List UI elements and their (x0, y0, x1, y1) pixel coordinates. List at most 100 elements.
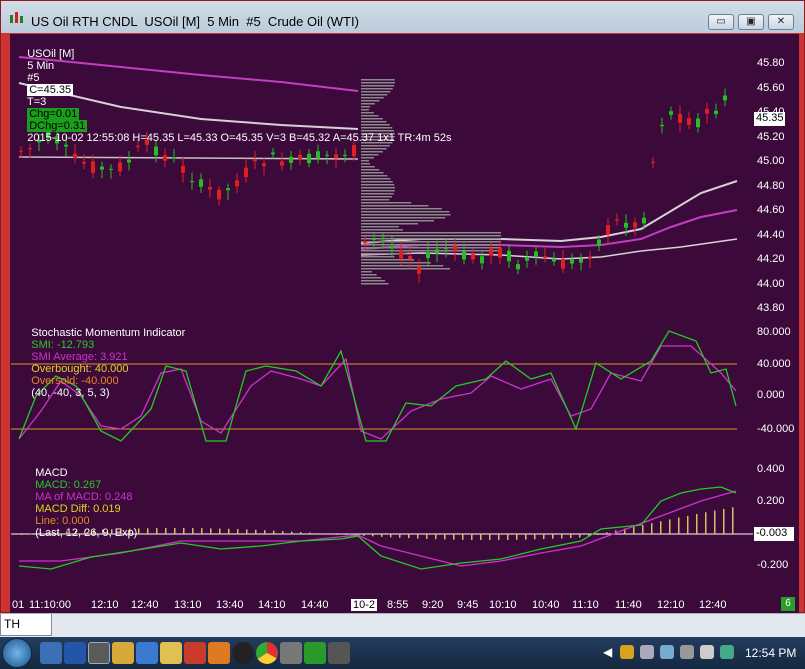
macd-histogram-bar (156, 528, 158, 534)
tab-strip: TH CNDL (0, 613, 805, 651)
candle-body (516, 264, 520, 270)
header-symbol[interactable]: USOil [M] (27, 48, 74, 60)
macd-histogram-bar (291, 531, 293, 534)
candle-body (100, 166, 104, 170)
macd-histogram-bar (579, 534, 581, 538)
volume-profile-bar (361, 265, 444, 267)
chart-header: USOil [M] 5 Min #5 C=45.35 T=3 Chg=0.01 … (15, 36, 451, 144)
volume-profile-bar (361, 88, 393, 90)
macd-tick-label: 0.200 (757, 495, 785, 507)
candle-body (217, 189, 221, 200)
close-value: C=45.35 (27, 84, 74, 96)
chart-tab[interactable]: TH CNDL (0, 614, 52, 651)
candle-body (669, 111, 673, 115)
macd-histogram-bar (642, 524, 644, 534)
candle-body (316, 151, 320, 159)
chart-app-icon[interactable] (88, 642, 110, 664)
candle-body (561, 259, 565, 269)
tray-icon-1[interactable] (620, 645, 634, 659)
candle-body (723, 95, 727, 101)
time-tick-label: 8:55 (387, 599, 409, 611)
candle-body (154, 146, 158, 156)
macd-diff-value: MACD Diff: 0.019 (35, 503, 121, 515)
candle-body (678, 114, 682, 123)
macd-value: MACD: 0.267 (35, 479, 102, 491)
volume-profile-bar (361, 274, 377, 276)
macd-histogram-bar (678, 517, 680, 534)
quote-stats: 2015-10-02 12:55:08 H=45.35 L=45.33 O=45… (27, 132, 452, 144)
start-orb-icon[interactable] (2, 638, 32, 668)
volume-profile-bar (361, 193, 394, 195)
volume-profile-bar (361, 241, 501, 243)
price-tick-label: 45.00 (757, 155, 785, 167)
chrome-icon[interactable] (256, 642, 278, 664)
candle-body (64, 144, 68, 147)
macd-ma-value: MA of MACD: 0.248 (35, 491, 133, 503)
macd-histogram-bar (633, 526, 635, 534)
stochastic-name: Stochastic Momentum Indicator (31, 327, 186, 339)
volume-profile-bar (361, 259, 414, 261)
browser-icon[interactable] (40, 642, 62, 664)
tray-icon-4[interactable] (680, 645, 694, 659)
macd-tick-label: 0.400 (757, 463, 785, 475)
price-tick-label: 44.60 (757, 204, 785, 216)
tray-icon-6[interactable] (720, 645, 734, 659)
candle-body (588, 257, 592, 259)
candle-body (226, 188, 230, 191)
macd-histogram-bar (732, 507, 734, 534)
media-icon[interactable] (232, 642, 254, 664)
volume-profile-bar (361, 220, 435, 222)
macd-histogram-bar (219, 528, 221, 534)
candle-body (82, 161, 86, 164)
candle-body (444, 248, 448, 250)
candle-body (426, 252, 430, 259)
volume-profile-bar (361, 166, 375, 168)
stochastic-tick-label: 80.000 (757, 326, 791, 338)
notes-icon[interactable] (112, 642, 134, 664)
tray-icon-3[interactable] (660, 645, 674, 659)
candle-body (480, 256, 484, 264)
macd-histogram-bar (417, 534, 419, 539)
candle-body (660, 124, 664, 127)
macd-histogram-bar (606, 532, 608, 534)
macd-histogram-bar (552, 534, 554, 539)
time-axis[interactable]: 01 11:10:00 12:10 12:40 13:10 13:40 14:10 14:40… (11, 596, 753, 613)
volume-profile-bar (361, 232, 501, 234)
volume-profile-bar (361, 169, 380, 171)
candle-body (298, 154, 302, 159)
app-icon-3[interactable] (304, 642, 326, 664)
candle-body (642, 217, 646, 224)
volume-profile-bar (361, 256, 395, 258)
macd-histogram-bar (372, 534, 374, 537)
volume-icon[interactable] (700, 645, 714, 659)
candle-body (262, 163, 266, 167)
candle-body (579, 258, 583, 263)
volume-profile-bar (361, 163, 370, 165)
overbought-value: Overbought: 40.000 (31, 363, 129, 375)
app-icon-2[interactable] (280, 642, 302, 664)
price-axis[interactable]: 45.8045.6045.4045.2045.0044.8044.6044.40… (754, 51, 799, 596)
macd-histogram-bar (345, 534, 347, 535)
stochastic-params: (40, -40, 3, 5, 3) (31, 387, 110, 399)
macd-histogram-bar (363, 534, 365, 536)
volume-profile-bar (361, 280, 386, 282)
folder-icon[interactable] (208, 642, 230, 664)
corner-badge[interactable]: 6 (781, 597, 795, 611)
candle-body (271, 152, 275, 155)
candle-body (534, 251, 538, 257)
clock-icon[interactable] (160, 642, 182, 664)
word-icon[interactable] (136, 642, 158, 664)
taskbar-clock[interactable]: 12:54 PM (745, 646, 796, 660)
candle-body (507, 250, 511, 262)
tray-expand-icon[interactable]: ◀ (603, 645, 612, 659)
price-tick-label: 45.80 (757, 57, 785, 69)
volume-profile-bar (361, 271, 372, 273)
explorer-icon[interactable] (64, 642, 86, 664)
volume-profile-bar (361, 124, 390, 126)
time-tick-label: 12:10 (657, 599, 685, 611)
macd-histogram-bar (246, 529, 248, 534)
firefox-icon[interactable] (184, 642, 206, 664)
macd-histogram-bar (201, 528, 203, 534)
app-icon-4[interactable] (328, 642, 350, 664)
network-icon[interactable] (640, 645, 654, 659)
